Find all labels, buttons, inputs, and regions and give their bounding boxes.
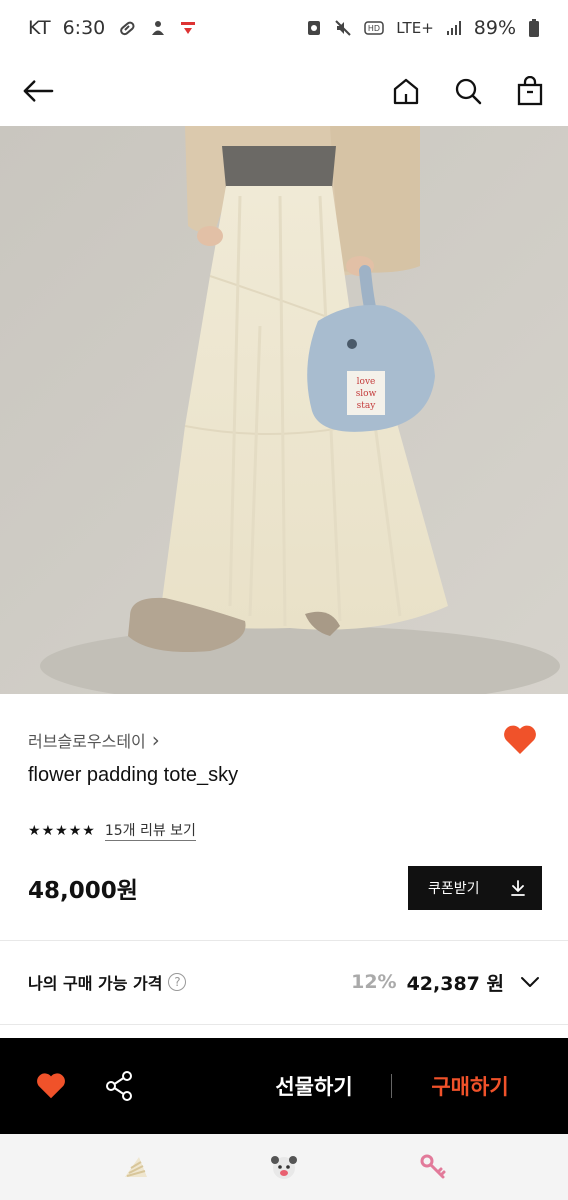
coupon-button[interactable]: 쿠폰받기 xyxy=(408,866,542,910)
review-link[interactable]: 15개 리뷰 보기 xyxy=(104,820,196,841)
star-icon: ★ xyxy=(41,822,55,839)
star-icon: ★ xyxy=(55,822,68,839)
mute-icon xyxy=(335,20,351,36)
bag-tag-line-3: stay xyxy=(357,401,377,411)
cart-button[interactable] xyxy=(514,75,546,107)
bag-tag-line-1: love xyxy=(357,377,376,387)
my-price-row[interactable]: 나의 구매 가능 가격 ? 12% 42,387 원 xyxy=(28,956,542,1008)
alarm-icon xyxy=(308,21,321,35)
star-rating: ★ ★ ★ ★ ★ xyxy=(28,824,95,838)
cone-icon xyxy=(124,1157,147,1177)
my-price-value: 42,387 원 xyxy=(406,972,504,995)
purchase-bar: 선물하기 구매하기 xyxy=(0,1038,568,1134)
share-icon xyxy=(106,1071,132,1101)
star-icon: ★ xyxy=(28,822,41,839)
price-row: 48,000원 쿠폰받기 xyxy=(28,866,542,910)
search-icon xyxy=(455,78,482,105)
network-type: LTE+ xyxy=(396,19,434,37)
product-price: 48,000원 xyxy=(28,878,138,904)
search-button[interactable] xyxy=(452,75,484,107)
brand-row: 러브슬로우스테이 › xyxy=(28,722,540,758)
bag-tag-line-2: slow xyxy=(356,389,377,399)
signal-icon xyxy=(446,21,461,35)
bottom-nav xyxy=(0,1134,568,1200)
hd-icon: HD xyxy=(364,21,385,35)
coupon-label: 쿠폰받기 xyxy=(428,881,480,897)
nav-character-button[interactable] xyxy=(264,1147,304,1187)
brand-link[interactable]: 러브슬로우스테이 › xyxy=(28,728,160,752)
rating-row: ★ ★ ★ ★ ★ 15개 리뷰 보기 xyxy=(28,820,196,841)
notification-icon xyxy=(152,21,165,35)
nav-key-button[interactable] xyxy=(413,1147,453,1187)
back-arrow-icon xyxy=(23,80,54,102)
battery-icon xyxy=(529,19,539,37)
star-icon: ★ xyxy=(68,822,82,839)
home-button[interactable] xyxy=(390,75,422,107)
heart-icon xyxy=(504,725,536,754)
share-button[interactable] xyxy=(102,1069,136,1103)
pill-icon xyxy=(120,21,135,36)
star-icon: ★ xyxy=(82,822,95,839)
help-icon[interactable]: ? xyxy=(168,973,187,991)
product-name: flower padding tote_sky xyxy=(28,764,239,786)
gift-button[interactable]: 선물하기 xyxy=(262,1038,366,1134)
divider xyxy=(0,940,568,941)
product-image[interactable]: love slow stay xyxy=(0,126,568,694)
divider xyxy=(0,1024,568,1025)
brand-name: 러브슬로우스테이 xyxy=(28,732,146,751)
character-face-icon xyxy=(270,1156,297,1179)
home-icon xyxy=(393,78,419,105)
header-actions xyxy=(390,75,546,107)
back-button[interactable] xyxy=(22,75,54,107)
nav-home-button[interactable] xyxy=(115,1147,155,1187)
download-icon xyxy=(511,880,525,896)
my-price-values: 12% 42,387 원 xyxy=(351,969,542,996)
product-photo: love slow stay xyxy=(0,126,568,694)
svg-text:HD: HD xyxy=(368,24,380,33)
buy-button[interactable]: 구매하기 xyxy=(418,1038,522,1134)
status-bar: KT 6:30 HD LTE+ 89% xyxy=(0,0,568,56)
shopping-bag-icon xyxy=(517,76,543,106)
wishlist-button[interactable] xyxy=(500,722,540,758)
button-separator xyxy=(391,1074,392,1098)
status-left: KT 6:30 xyxy=(28,17,197,39)
status-right: HD LTE+ 89% xyxy=(306,17,540,39)
heart-icon xyxy=(37,1073,65,1099)
app-header xyxy=(0,56,568,126)
carrier: KT xyxy=(28,17,51,39)
app-notice-icon xyxy=(181,22,196,34)
bottom-wishlist-button[interactable] xyxy=(34,1069,68,1103)
discount-rate: 12% xyxy=(351,971,397,993)
chevron-right-icon: › xyxy=(151,728,160,752)
chevron-down-icon xyxy=(521,977,539,987)
clock: 6:30 xyxy=(62,17,106,39)
key-icon xyxy=(420,1154,446,1179)
battery-percent: 89% xyxy=(473,17,516,39)
my-price-label-group: 나의 구매 가능 가격 ? xyxy=(28,970,187,994)
my-price-label: 나의 구매 가능 가격 xyxy=(28,974,163,993)
